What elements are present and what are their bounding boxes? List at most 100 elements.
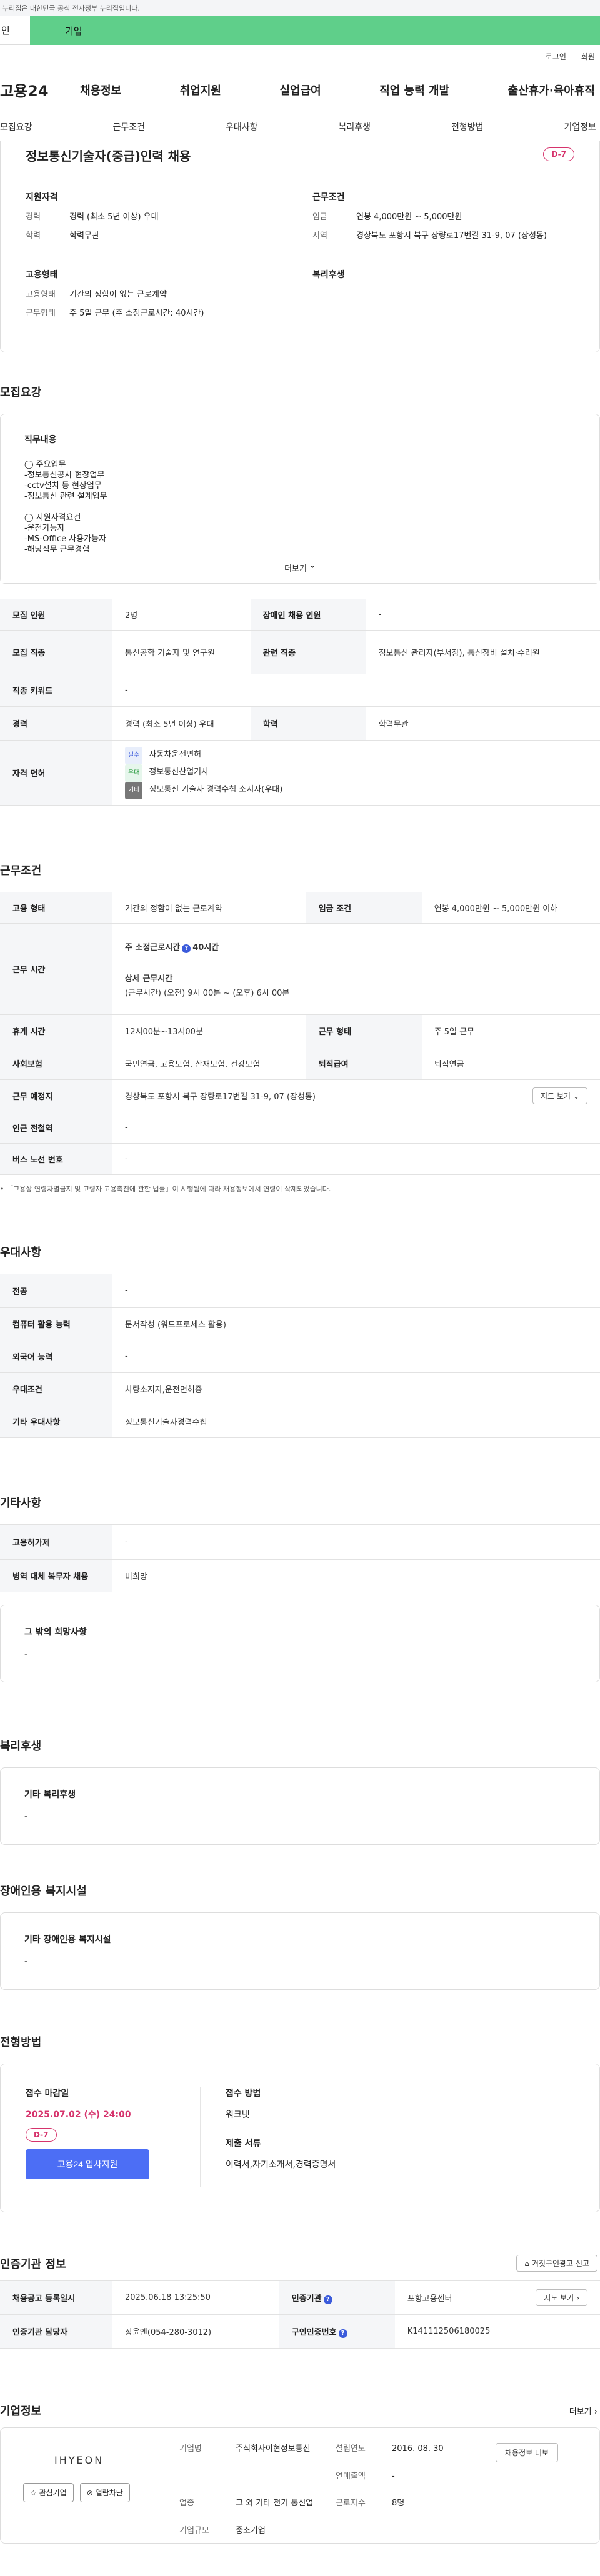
deadline-heading: 접수 마감일 bbox=[26, 2089, 69, 2099]
other-wishes-value: - bbox=[24, 1649, 28, 1659]
license-item: 기타 정보통신 기술자 경력수첩 소지자(우대) bbox=[125, 781, 600, 799]
disability-card-value: - bbox=[24, 1957, 28, 1967]
favorite-company-button[interactable]: ☆ 관심기업 bbox=[23, 2483, 74, 2502]
main-nav: 고용24 채용정보 취업지원 실업급여 직업 능력 개발 출산휴가·육아휴직 bbox=[0, 67, 600, 112]
info-label: 설립연도 bbox=[336, 2444, 366, 2454]
apply-button[interactable]: 고용24 입사지원 bbox=[26, 2149, 149, 2179]
cell-label: 우대조건 bbox=[0, 1372, 112, 1405]
tab-individual[interactable]: 인 bbox=[0, 16, 30, 45]
condition-group: 근무조건 임금 연봉 4,000만원 ~ 5,000만원 지역 경상북도 포항시 북… bbox=[312, 191, 574, 249]
license-item: 필수 자동차운전면허 bbox=[125, 746, 600, 764]
gnb-item-unemployment-benefit[interactable]: 실업급여 bbox=[280, 82, 321, 98]
company-jobs-button[interactable]: 채용정보 더보 bbox=[496, 2443, 559, 2462]
help-icon[interactable]: ? bbox=[338, 2329, 348, 2338]
qualification-group: 지원자격 경력 경력 (최소 5년 이상) 우대 학력 학력무관 bbox=[26, 191, 288, 249]
cell-value: 2명 bbox=[112, 599, 251, 631]
cond-value: 경상북도 포항시 북구 장량로17번길 31-9, 07 (장성동) bbox=[356, 231, 547, 241]
anchor-work[interactable]: 근무조건 bbox=[112, 121, 145, 133]
cell-value: 포항고용센터 지도 보기 › bbox=[394, 2280, 600, 2315]
qual-value: 경력 (최소 5년 이상) 우대 bbox=[69, 212, 159, 222]
info-value: 중소기업 bbox=[236, 2525, 266, 2535]
gnb-item-parental-leave[interactable]: 출산휴가·육아휴직 bbox=[508, 82, 595, 98]
cell-label: 임금 조건 bbox=[306, 892, 422, 924]
pref-section-title: 우대사항 bbox=[0, 1246, 42, 1259]
recruit-table: 모집 인원 2명 장애인 채용 인원 - 모집 직종 통신공학 기술자 및 연구… bbox=[0, 599, 600, 806]
duty-heading: 직무내용 bbox=[24, 435, 57, 445]
anchor-recruit[interactable]: 모집요강 bbox=[0, 121, 32, 133]
anchor-welfare[interactable]: 복리후생 bbox=[338, 121, 371, 133]
cell-label: 근무 형태 bbox=[306, 1014, 422, 1047]
cell-value: 정보통신기술자경력수첩 bbox=[112, 1405, 600, 1438]
cell-value: - bbox=[366, 599, 600, 631]
welfare-card: 기타 복리후생 - bbox=[0, 1767, 600, 1845]
star-icon: ☆ bbox=[30, 2489, 37, 2497]
employment-group: 고용형태 고용형태 기간의 정함이 없는 근로계약 근무형태 주 5일 근무 (주 … bbox=[26, 268, 288, 327]
gnb-item-training[interactable]: 직업 능력 개발 bbox=[379, 82, 449, 98]
cell-label: 기타 우대사항 bbox=[0, 1405, 112, 1438]
cell-label: 휴게 시간 bbox=[0, 1014, 112, 1047]
other-wishes-card: 그 밖의 희망사항 - bbox=[0, 1605, 600, 1682]
emp-label: 근무형태 bbox=[26, 309, 56, 318]
license-list: 필수 자동차운전면허 우대 정보통신산업기사 기타 정보통신 기술자 경력수첩 소지자… bbox=[112, 740, 600, 806]
agency-map-button[interactable]: 지도 보기 › bbox=[536, 2289, 588, 2306]
qual-label: 경력 bbox=[26, 212, 41, 222]
gnb-item-jobs[interactable]: 채용정보 bbox=[80, 82, 121, 98]
recruit-section-title: 모집요강 bbox=[0, 386, 42, 399]
cell-label: 관련 직종 bbox=[250, 630, 366, 674]
apply-card: 접수 마감일 2025.07.02 (수) 24:00 D-7 고용24 입사지… bbox=[0, 2064, 600, 2212]
anchor-pref[interactable]: 우대사항 bbox=[226, 121, 258, 133]
cell-label: 고용 형태 bbox=[0, 892, 112, 924]
help-icon[interactable]: ? bbox=[182, 944, 191, 953]
cell-value: - bbox=[112, 1112, 600, 1144]
block-icon: ⊘ bbox=[86, 2489, 93, 2497]
cell-value: 국민연금, 고용보험, 산재보험, 건강보험 bbox=[112, 1047, 306, 1080]
info-label: 기업규모 bbox=[179, 2525, 209, 2535]
map-view-button[interactable]: 지도 보기 ⌄ bbox=[532, 1087, 588, 1104]
weekly-hours: 주 소정근로시간? 40시간 bbox=[125, 941, 600, 953]
dday-badge: D-7 bbox=[26, 2128, 57, 2142]
qual-label: 학력 bbox=[26, 231, 41, 241]
license-item: 우대 정보통신산업기사 bbox=[125, 764, 600, 782]
more-label: 더보기 bbox=[284, 564, 307, 574]
apply-method-area: 접수 방법 워크넷 제출 서류 이력서,자기소개서,경력증명서 bbox=[201, 2087, 336, 2187]
cert-table: 채용공고 등록일시 2025.06.18 13:25:50 인증기관? 포항고용… bbox=[0, 2280, 600, 2349]
duty-more-button[interactable]: 더보기 bbox=[1, 552, 599, 583]
welfare-group: 복리후생 bbox=[312, 268, 574, 327]
anchor-apply[interactable]: 전형방법 bbox=[451, 121, 484, 133]
cell-value: 문서작성 (워드프로세스 활용) bbox=[112, 1307, 600, 1340]
job-summary-card: 정보통신기술자(중급)인력 채용 D-7 지원자격 경력 경력 (최소 5년 이상… bbox=[0, 141, 600, 352]
block-view-button[interactable]: ⊘ 열람차단 bbox=[79, 2483, 130, 2502]
cell-value: - bbox=[112, 1524, 600, 1560]
tab-company[interactable]: 기업 bbox=[30, 16, 600, 45]
gnb-item-employment-support[interactable]: 취업지원 bbox=[180, 82, 221, 98]
info-value: 그 외 기타 전기 통신업 bbox=[236, 2499, 314, 2508]
disability-card-heading: 기타 장애인용 복지시설 bbox=[24, 1935, 111, 1945]
anchor-company[interactable]: 기업정보 bbox=[564, 121, 596, 133]
method-heading: 접수 방법 bbox=[226, 2089, 261, 2099]
cell-label: 사회보험 bbox=[0, 1047, 112, 1080]
pref-table: 전공 - 컴퓨터 활용 능력 문서작성 (워드프로세스 활용) 외국어 능력 - 우대… bbox=[0, 1274, 600, 1438]
work-place-address: 경상북도 포항시 북구 장량로17번길 31-9, 07 (장성동) bbox=[125, 1092, 316, 1102]
login-link[interactable]: 로그인 bbox=[546, 51, 566, 62]
report-label: 거짓구인광고 신고 bbox=[531, 2259, 589, 2268]
cell-label: 외국어 능력 bbox=[0, 1340, 112, 1373]
block-label: 열람차단 bbox=[95, 2489, 123, 2497]
map-view-label: 지도 보기 bbox=[540, 1092, 571, 1101]
cell-label: 인근 전철역 bbox=[0, 1112, 112, 1144]
cell-value: 장윤엔(054-280-3012) bbox=[112, 2314, 279, 2349]
method-value: 워크넷 bbox=[226, 2110, 250, 2120]
info-label: 연매출액 bbox=[336, 2471, 366, 2481]
company-more-link[interactable]: 더보기 › bbox=[569, 2405, 598, 2417]
cell-label: 인증기관? bbox=[279, 2280, 395, 2315]
cell-label: 병역 대체 복무자 채용 bbox=[0, 1559, 112, 1592]
report-icon: ⌂ bbox=[524, 2259, 529, 2268]
cell-value: - bbox=[112, 1274, 600, 1308]
site-logo[interactable]: 고용24 bbox=[0, 79, 69, 101]
signup-link[interactable]: 회원 bbox=[581, 51, 595, 62]
cell-label: 자격 면허 bbox=[0, 740, 112, 806]
false-ad-report-button[interactable]: ⌂ 거짓구인광고 신고 bbox=[516, 2255, 598, 2272]
license-name: 정보통신산업기사 bbox=[149, 767, 209, 777]
help-icon[interactable]: ? bbox=[323, 2295, 332, 2304]
company-info-grid: 기업명 주식회사이현정보통신 설립연도 2016. 08. 30 연매출액 - … bbox=[173, 2443, 496, 2543]
license-tag: 필수 bbox=[125, 746, 143, 764]
